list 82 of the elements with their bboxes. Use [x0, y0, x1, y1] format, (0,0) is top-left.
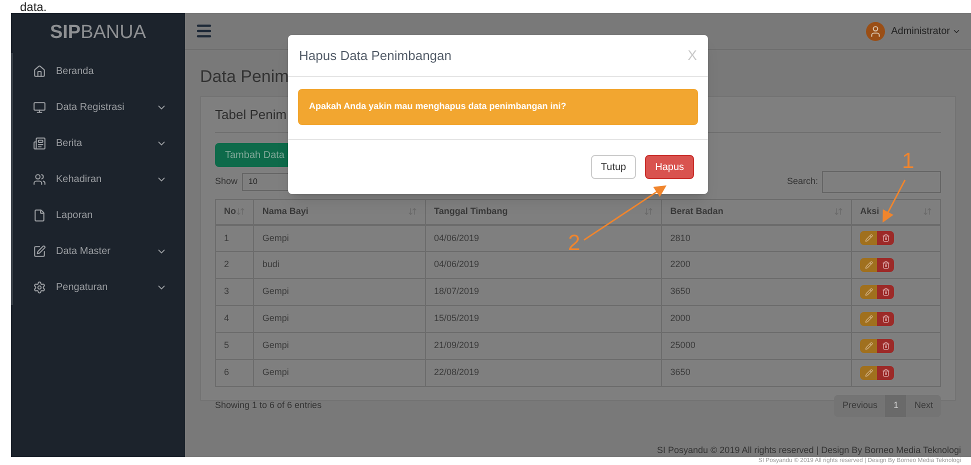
search-label: Search:: [786, 175, 818, 188]
close-dialog-button[interactable]: Tutup: [590, 155, 636, 179]
menu-item-icon: [33, 100, 46, 114]
table-cell: 22/08/2019: [426, 360, 662, 386]
user-avatar-icon: [866, 22, 886, 40]
pencil-icon: [864, 234, 873, 242]
table-cell: 4: [216, 306, 254, 332]
edit-button[interactable]: [860, 366, 878, 380]
column-header[interactable]: Aksi: [852, 200, 940, 224]
table-cell: 1: [216, 224, 254, 252]
page-title: Data Penim: [200, 66, 290, 88]
table-cell: Gempi: [254, 306, 426, 332]
table-cell: Gempi: [254, 332, 426, 360]
edit-button[interactable]: [860, 312, 878, 326]
column-header[interactable]: Tanggal Timbang: [426, 200, 662, 224]
menu-item-icon: [33, 208, 46, 222]
delete-confirm-button[interactable]: Hapus: [645, 155, 694, 179]
menu-item-icon: [33, 244, 46, 258]
table-cell: 15/05/2019: [426, 306, 662, 332]
menu-item-icon: [33, 64, 46, 78]
delete-button[interactable]: [877, 285, 894, 299]
delete-button[interactable]: [877, 231, 894, 246]
show-label: Show: [215, 175, 238, 188]
delete-button[interactable]: [877, 366, 894, 380]
annotation-number: 2: [568, 232, 580, 254]
pencil-icon: [864, 288, 873, 296]
sort-icon: [408, 207, 418, 216]
column-header[interactable]: Berat Badan: [662, 200, 852, 224]
table-cell: Gempi: [254, 278, 426, 306]
trash-icon: [882, 261, 890, 269]
pagination-link[interactable]: Next: [906, 399, 941, 413]
pencil-icon: [864, 342, 873, 350]
annotation-number: 1: [902, 150, 914, 172]
trash-icon: [882, 288, 890, 296]
column-header[interactable]: Nama Bayi: [254, 200, 426, 224]
table-cell: 2200: [662, 252, 852, 278]
table-cell: 3650: [662, 278, 852, 306]
pencil-icon: [864, 315, 873, 323]
annotation-arrow: [882, 180, 906, 223]
menu-item-icon: [33, 136, 46, 150]
pagination-link[interactable]: 1: [885, 395, 906, 417]
delete-button[interactable]: [877, 339, 894, 353]
menu-item-icon: [33, 280, 46, 294]
trash-icon: [882, 369, 890, 377]
table-cell: 3650: [662, 360, 852, 386]
table-cell: 04/06/2019: [426, 252, 662, 278]
table-cell: 5: [216, 332, 254, 360]
table-cell: 2000: [662, 306, 852, 332]
table-cell: 2810: [662, 224, 852, 252]
menu-icon[interactable]: [195, 22, 213, 40]
delete-button[interactable]: [877, 312, 894, 326]
pencil-icon: [864, 261, 873, 269]
search-field[interactable]: [822, 171, 941, 193]
edit-button[interactable]: [860, 258, 878, 272]
brand-logo[interactable]: SIPBANUA: [50, 18, 146, 48]
trash-icon: [882, 342, 890, 350]
warning-alert: Apakah Anda yakin mau menghapus data penimbangan ini?: [298, 89, 698, 125]
table-cell: 21/09/2019: [426, 332, 662, 360]
trash-icon: [882, 234, 890, 242]
edit-button[interactable]: [860, 231, 878, 246]
pencil-icon: [864, 369, 873, 377]
edit-button[interactable]: [860, 285, 878, 299]
column-header[interactable]: No: [216, 200, 254, 224]
sort-icon: [644, 207, 654, 216]
dialog-title: Hapus Data Penimbangan: [299, 46, 452, 65]
table-cell: Gempi: [254, 360, 426, 386]
table-cell: budi: [254, 252, 426, 278]
user-menu[interactable]: Administrator: [891, 24, 950, 38]
trash-icon: [882, 315, 890, 323]
table-cell: 18/07/2019: [426, 278, 662, 306]
pagination-link[interactable]: Previous: [834, 399, 886, 413]
table-cell: 3: [216, 278, 254, 306]
delete-button[interactable]: [877, 258, 894, 272]
edit-button[interactable]: [860, 339, 878, 353]
footer-text: SI Posyandu © 2019 All rights reserved | Design By Borneo Media Teknologi: [657, 444, 961, 457]
table-cell: 25000: [662, 332, 852, 360]
table-cell: 6: [216, 360, 254, 386]
entries-info: Showing 1 to 6 of 6 entries: [215, 399, 323, 412]
caption-text: data.: [20, 1, 47, 13]
table-cell: 2: [216, 252, 254, 278]
table-cell: Gempi: [254, 224, 426, 252]
menu-item-icon: [33, 172, 46, 186]
